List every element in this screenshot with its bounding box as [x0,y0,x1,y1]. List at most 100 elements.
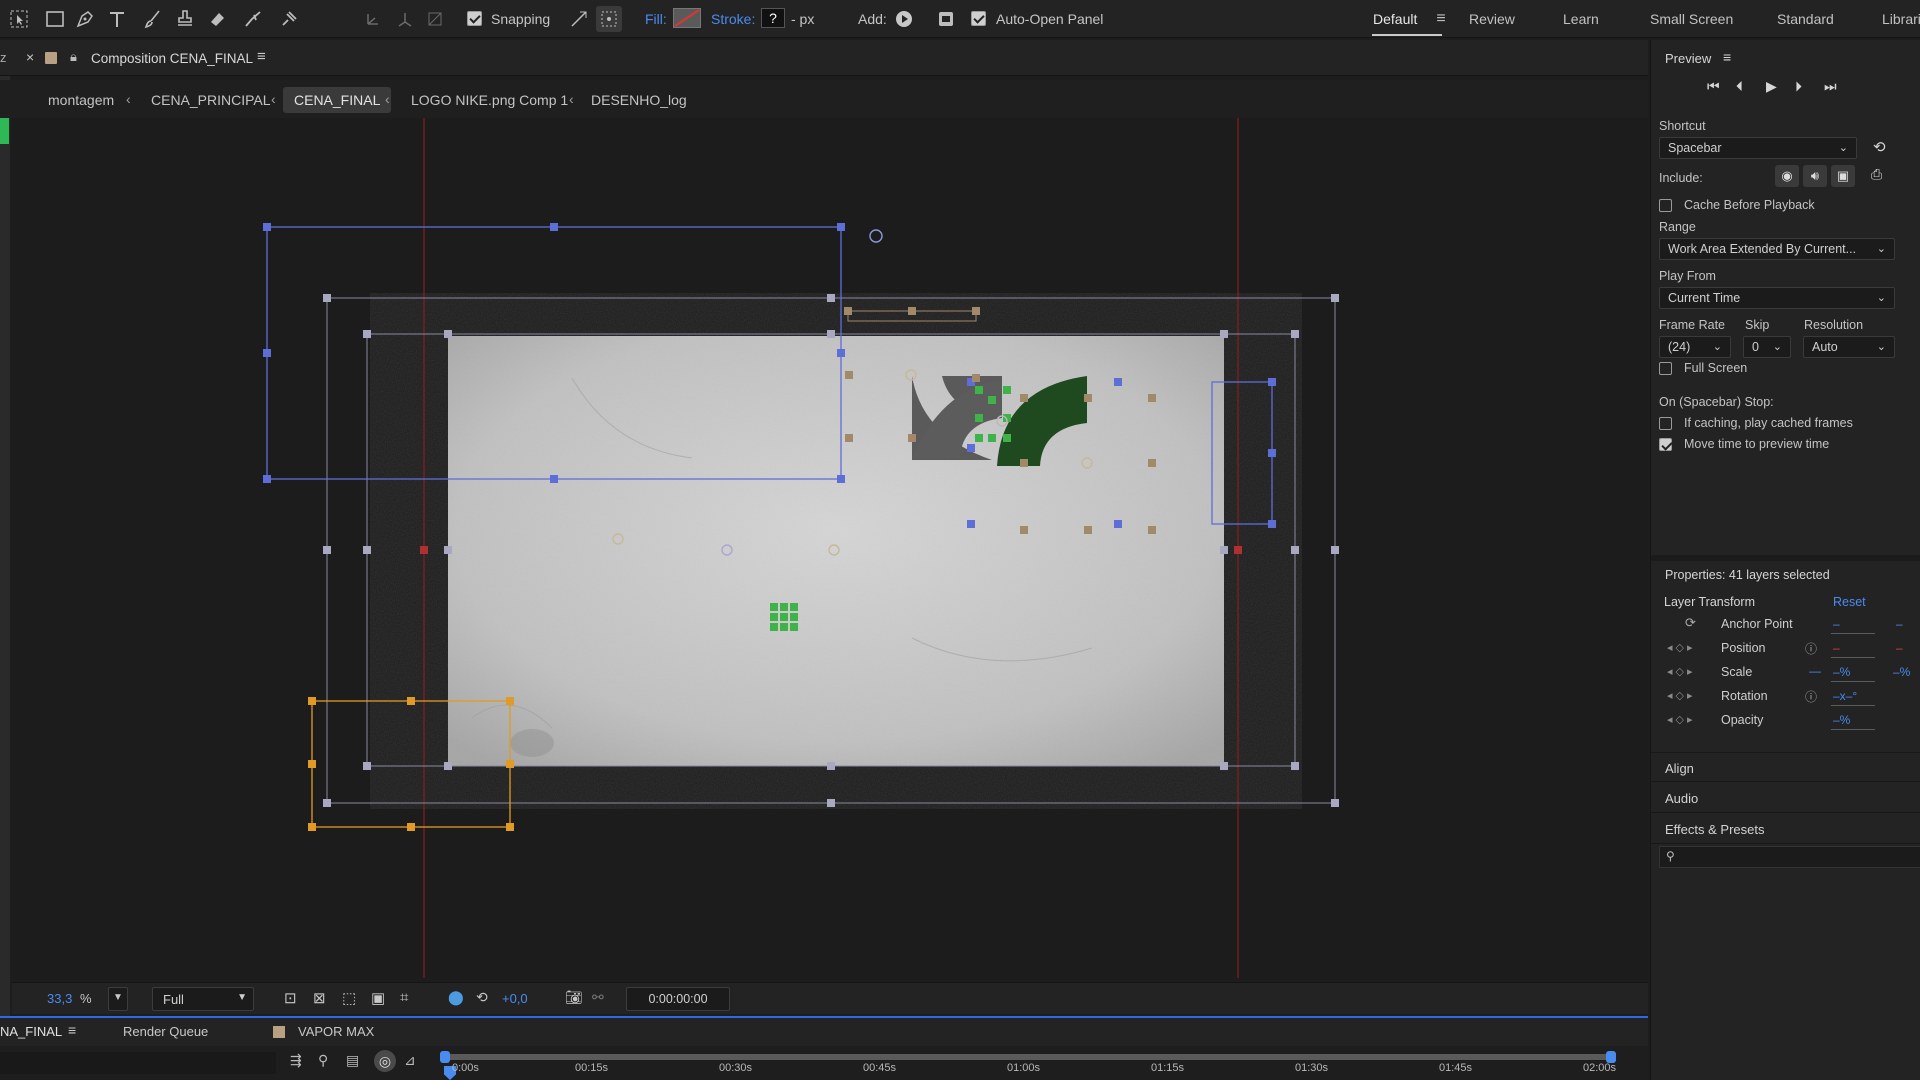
first-frame-icon[interactable]: ⏮ [1707,78,1720,95]
resolution-dropdown[interactable]: Full ▼ [152,987,254,1011]
graph-editor-icon[interactable]: ⊿ [404,1052,416,1069]
effects-presets-header[interactable]: Effects & Presets [1651,814,1920,844]
resolution-preview-dropdown[interactable]: Auto ⌄ [1803,336,1895,358]
info-icon[interactable]: ⓘ [1805,640,1817,657]
effects-search-input[interactable]: ⚲ [1659,846,1920,868]
mask-visibility-icon[interactable]: ⬚ [342,989,356,1007]
composition-viewer[interactable] [12,118,1648,978]
preview-menu-icon[interactable]: ≡ [1723,49,1731,65]
fill-swatch[interactable] [673,8,701,28]
work-area-bar[interactable] [444,1054,1612,1060]
audio-panel-header[interactable]: Audio [1651,783,1920,813]
reset-shortcut-icon[interactable]: ⟲ [1873,138,1886,156]
snapshot-camera-icon[interactable]: 📷︎ [565,989,583,1006]
panel-toggle-icon[interactable] [933,6,959,32]
export-preview-icon[interactable]: ⎙ [1871,166,1882,183]
timeline-search-field[interactable] [0,1052,276,1074]
snap-edges-icon[interactable] [566,6,592,32]
brush-tool-icon[interactable] [140,6,166,32]
crumb-desenho-log[interactable]: DESENHO_log [580,87,698,113]
cache-before-playback-checkbox[interactable] [1659,199,1672,212]
rectangle-tool-icon[interactable] [42,6,68,32]
lock-icon[interactable]: 🔒︎ [70,49,77,65]
close-panel-icon[interactable]: × [26,49,34,65]
include-video-icon[interactable]: ◉ [1775,165,1799,187]
auto-open-panel-checkbox[interactable] [971,11,986,26]
stroke-width-unit[interactable]: - px [791,11,814,27]
comp-flowchart-icon[interactable]: ⇶ [290,1052,302,1069]
frame-blending-icon[interactable]: ▤ [346,1052,359,1069]
pen-tool-icon[interactable] [72,6,98,32]
grid-guides-icon[interactable]: ⌗ [400,989,408,1006]
workspace-small-screen[interactable]: Small Screen [1650,11,1733,27]
clone-stamp-icon[interactable] [172,6,198,32]
workspace-standard[interactable]: Standard [1777,11,1834,27]
viewer-canvas[interactable] [12,118,1648,978]
eraser-tool-icon[interactable] [204,6,230,32]
tab-menu-icon[interactable]: ≡ [68,1022,76,1038]
snapping-checkbox[interactable] [467,11,482,26]
timecode-display[interactable]: 0:00:00:00 [626,987,730,1011]
roto-brush-icon[interactable] [240,6,266,32]
workspace-review[interactable]: Review [1469,11,1515,27]
add-property-icon[interactable] [891,6,917,32]
play-from-dropdown[interactable]: Current Time ⌄ [1659,287,1895,309]
crumb-logo-nike-comp[interactable]: LOGO NIKE.png Comp 1 [400,87,579,113]
opacity-value[interactable]: –% [1833,713,1850,727]
zoom-value[interactable]: 33,3 [47,991,72,1006]
reset-transform-button[interactable]: Reset [1833,595,1866,609]
scale-y-value[interactable]: –% [1893,665,1910,679]
full-screen-checkbox[interactable] [1659,362,1672,375]
tab-vapor-max[interactable]: VAPOR MAX [298,1024,374,1039]
show-snapshot-icon[interactable]: ⚯ [592,989,604,1006]
crumb-cena-principal[interactable]: CENA_PRINCIPAL [140,87,282,113]
workspace-libraries[interactable]: Librari [1882,11,1920,27]
timeline-panel[interactable]: ⇶ ⚲ ▤ ◎ ⊿ [0,1046,1648,1080]
type-tool-icon[interactable] [104,6,130,32]
rotation-value[interactable]: –x–° [1833,689,1857,703]
reset-exposure-icon[interactable]: ⟲ [476,989,488,1006]
anchor-y-value[interactable]: – [1896,617,1903,631]
fast-preview-icon[interactable]: ⊡ [284,989,297,1007]
workspace-default[interactable]: Default [1373,11,1417,27]
info-icon[interactable]: ⓘ [1805,688,1817,705]
workspace-learn[interactable]: Learn [1563,11,1599,27]
include-overlays-icon[interactable]: ▣ [1831,165,1855,187]
scale-x-value[interactable]: –% [1833,665,1850,679]
play-icon[interactable]: ▶ [1766,78,1777,95]
caching-play-checkbox[interactable] [1659,417,1672,430]
zoom-dropdown[interactable]: ▼ [108,987,128,1011]
range-dropdown[interactable]: Work Area Extended By Current... ⌄ [1659,238,1895,260]
view-axis-icon[interactable] [422,6,448,32]
selection-tool-icon[interactable] [6,6,32,32]
world-axis-icon[interactable] [392,6,418,32]
last-frame-icon[interactable]: ⏭ [1824,78,1837,95]
snap-features-icon[interactable] [596,6,622,32]
anchor-reset-icon[interactable]: ⟳ [1685,615,1696,631]
previous-frame-icon[interactable]: ⏴︎ [1736,78,1743,95]
position-x-value[interactable]: – [1833,641,1840,655]
puppet-pin-icon[interactable] [276,6,302,32]
tab-render-queue[interactable]: Render Queue [123,1024,208,1039]
align-panel-header[interactable]: Align [1651,752,1920,782]
transparency-grid-icon[interactable]: ⊠ [313,989,326,1007]
include-audio-icon[interactable]: 🔊︎ [1803,165,1827,187]
keyframe-nav-icon[interactable]: ◂◇▸ [1667,641,1696,654]
next-frame-icon[interactable]: ⏵︎ [1795,78,1802,95]
channel-icon[interactable]: ⬤ [448,989,464,1006]
crumb-montagem[interactable]: montagem [37,87,125,113]
tab-cena-final-timeline[interactable]: NA_FINAL [0,1024,62,1039]
anchor-x-value[interactable]: – [1833,617,1840,631]
keyframe-nav-icon[interactable]: ◂◇▸ [1667,689,1696,702]
constrain-proportions-icon[interactable]: — [1809,664,1821,678]
move-time-checkbox[interactable] [1659,438,1672,451]
panel-menu-icon[interactable]: ≡ [257,48,266,65]
workspace-menu-icon[interactable]: ≡ [1428,6,1454,32]
exposure-value[interactable]: +0,0 [502,991,528,1006]
skip-dropdown[interactable]: 0 ⌄ [1743,336,1791,358]
stroke-swatch[interactable]: ? [761,8,785,28]
frame-rate-dropdown[interactable]: (24) ⌄ [1659,336,1731,358]
region-of-interest-icon[interactable]: ▣ [371,989,385,1007]
keyframe-nav-icon[interactable]: ◂◇▸ [1667,713,1696,726]
crumb-cena-final[interactable]: CENA_FINAL [283,87,392,113]
